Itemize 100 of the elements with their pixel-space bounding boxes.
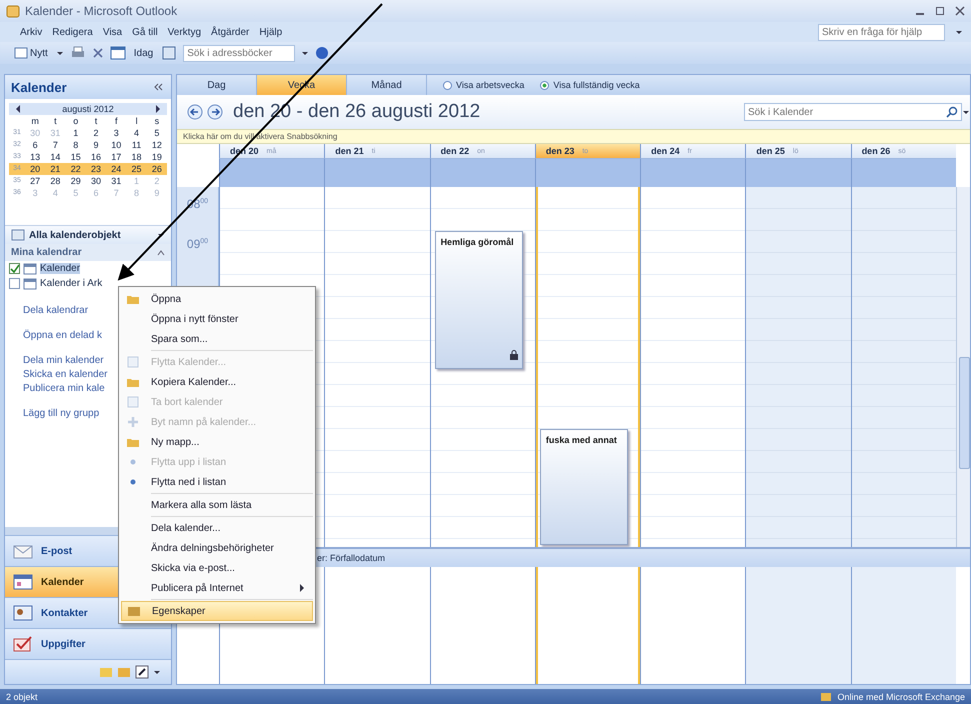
caret-icon[interactable]	[955, 28, 963, 36]
menu-item[interactable]: Verktyg	[168, 26, 202, 38]
date-cell[interactable]: 13	[25, 151, 46, 163]
date-cell[interactable]: 23	[86, 163, 106, 175]
connection-icon	[820, 692, 832, 702]
collapse-icon[interactable]	[157, 248, 165, 256]
sidebar-link[interactable]: Öppna en delad k	[23, 330, 102, 341]
checkbox[interactable]	[9, 263, 20, 274]
sidebar-link[interactable]: Skicka en kalender	[23, 369, 108, 380]
menu-item[interactable]: Redigera	[52, 26, 93, 38]
close-icon[interactable]	[955, 6, 965, 16]
date-cell[interactable]: 5	[146, 127, 167, 139]
calendar-search-field[interactable]: Sök i Kalender	[744, 103, 962, 121]
appointment[interactable]: fuska med annat	[540, 429, 628, 545]
date-cell[interactable]: 16	[86, 151, 106, 163]
menu-item[interactable]: Kopiera Kalender...	[121, 372, 313, 392]
calendar-item[interactable]: Kalender	[40, 263, 80, 274]
caret-icon[interactable]	[56, 49, 64, 57]
date-cell[interactable]: 12	[146, 139, 167, 151]
radio-option[interactable]: Visa arbetsvecka	[443, 75, 524, 95]
menu-item[interactable]: Gå till	[132, 26, 158, 38]
date-cell[interactable]: 26	[146, 163, 167, 175]
calendar-item[interactable]: Kalender i Ark	[40, 278, 102, 289]
date-cell[interactable]: 7	[45, 139, 66, 151]
date-cell[interactable]: 11	[126, 139, 147, 151]
menu-item[interactable]: Arkiv	[20, 26, 42, 38]
sidebar-link[interactable]: Lägg till ny grupp	[23, 408, 100, 419]
calendar-icon	[23, 262, 37, 274]
date-cell[interactable]: 22	[66, 163, 86, 175]
new-button[interactable]: Nytt	[12, 47, 50, 59]
menu-item[interactable]: Öppna i nytt fönster	[121, 309, 313, 329]
pane-title: Kalender	[11, 80, 67, 94]
time-label: 09$^{00}$	[186, 237, 208, 251]
caret-icon[interactable]	[962, 108, 970, 116]
next-icon[interactable]	[154, 105, 161, 113]
menu-item[interactable]: Flytta ned i listan	[121, 472, 313, 492]
checkmark-icon	[13, 636, 33, 652]
help-search-field[interactable]: Skriv en fråga för hjälp	[818, 24, 945, 40]
scroll-thumb[interactable]	[958, 357, 970, 469]
date-cell[interactable]: 6	[25, 139, 46, 151]
nav-button[interactable]: Uppgifter	[5, 628, 171, 659]
menu-item[interactable]: Öppna	[121, 289, 313, 309]
maximize-icon[interactable]	[935, 6, 945, 16]
address-book-icon[interactable]	[161, 46, 178, 60]
caret-icon[interactable]	[153, 668, 161, 676]
envelope-icon	[13, 543, 33, 559]
menu-item[interactable]: Markera alla som lästa	[121, 495, 313, 515]
date-cell[interactable]: 27	[25, 175, 46, 187]
sidebar-link[interactable]: Dela min kalender	[23, 355, 104, 366]
date-cell[interactable]: 3	[106, 127, 126, 139]
address-search-field[interactable]: Sök i adressböcker	[183, 44, 296, 62]
date-cell[interactable]: 15	[66, 151, 86, 163]
checkbox[interactable]	[9, 278, 20, 289]
date-cell[interactable]: 28	[45, 175, 66, 187]
page-icon	[126, 356, 140, 368]
menu-item[interactable]: Dela kalender...	[121, 518, 313, 538]
collapse-icon[interactable]	[153, 83, 163, 91]
menu-item[interactable]: Visa	[102, 26, 122, 38]
date-cell[interactable]: 14	[45, 151, 66, 163]
date-cell[interactable]: 21	[45, 163, 66, 175]
previous-icon[interactable]	[15, 105, 21, 113]
radio-option[interactable]: Visa fullständig vecka	[540, 75, 640, 95]
date-cell[interactable]: 31	[106, 175, 126, 187]
status-text: 2 objekt	[6, 692, 38, 702]
date-cell[interactable]: 24	[106, 163, 126, 175]
appointment[interactable]: Hemliga göromål	[434, 231, 523, 369]
forward-icon[interactable]	[207, 104, 223, 120]
day-column[interactable]: fuska med annat	[534, 187, 640, 547]
shortcut-icon[interactable]	[135, 665, 149, 679]
date-cell[interactable]: 8	[66, 139, 86, 151]
date-cell[interactable]: 25	[126, 163, 147, 175]
date-cell[interactable]: 17	[106, 151, 126, 163]
day-column[interactable]: Hemliga göromål	[430, 187, 535, 547]
back-icon[interactable]	[187, 104, 203, 120]
date-cell[interactable]: 18	[126, 151, 147, 163]
date-cell[interactable]: 4	[126, 127, 147, 139]
date-cell[interactable]: 30	[86, 175, 106, 187]
printer-icon[interactable]	[70, 46, 86, 60]
today-button[interactable]: Idag	[132, 48, 156, 58]
view-filter-dropdown[interactable]: Alla kalenderobjekt	[5, 225, 171, 244]
caret-icon[interactable]	[301, 49, 310, 57]
date-cell[interactable]: 9	[86, 139, 106, 151]
sidebar-link[interactable]: Dela kalendrar	[23, 305, 88, 316]
menu-item[interactable]: Åtgärder	[211, 26, 250, 38]
date-cell[interactable]: 19	[146, 151, 167, 163]
menu-item[interactable]: Spara som...	[121, 329, 313, 349]
date-cell[interactable]: 1	[66, 127, 86, 139]
date-cell[interactable]: 20	[25, 163, 46, 175]
date-cell[interactable]: 10	[106, 139, 126, 151]
vertical-scrollbar[interactable]	[956, 187, 970, 547]
menu-item[interactable]: Egenskaper	[121, 601, 313, 621]
date-cell[interactable]: 2	[86, 127, 106, 139]
delete-icon[interactable]	[92, 47, 104, 59]
calendar-icon[interactable]	[110, 46, 126, 60]
menu-item[interactable]: Hjälp	[259, 26, 282, 38]
help-icon[interactable]	[315, 46, 330, 60]
quick-search-bar[interactable]: Klicka här om du vill aktivera Snabbsökning	[177, 129, 970, 144]
menu-item[interactable]: Ny mapp...	[121, 432, 313, 452]
sidebar-link[interactable]: Publicera min kale	[23, 383, 105, 394]
date-cell[interactable]: 29	[66, 175, 86, 187]
